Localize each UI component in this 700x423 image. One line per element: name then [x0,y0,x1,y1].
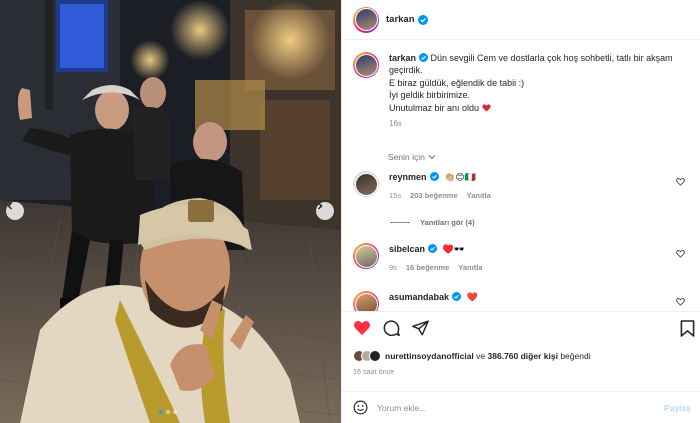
replies-divider [390,222,410,223]
post-header: tarkan [342,0,700,40]
reply-button[interactable]: Yanıtla [458,263,482,272]
comment-input[interactable] [377,402,637,413]
chevron-down-icon [428,155,436,160]
comment-item: asumandabak ❤️ [353,291,693,311]
comments-list[interactable]: tarkan Dün sevgili Cem ve dostlarla çok … [342,41,700,311]
like-comment-heart-icon[interactable] [676,298,685,306]
comment-time[interactable]: 15s [389,191,401,200]
liker-avatar [369,350,381,362]
chevron-left-icon [7,202,13,210]
verified-badge-icon [428,244,438,253]
likes-connector: ve [476,351,486,361]
save-bookmark-icon[interactable] [680,320,695,337]
comment-item: sibelcan ♥️🕶️ 9s 16 beğenme Yanıtla [353,243,693,272]
caption-username[interactable]: tarkan [389,53,416,63]
carousel-dots [159,410,177,414]
comment-likes[interactable]: 203 beğenme [410,191,458,200]
post-photo[interactable] [0,0,341,423]
caption-line: İyi geldik birbirimize. [389,90,471,101]
like-comment-heart-icon[interactable] [676,178,685,186]
carousel-dot [166,410,170,414]
caption-text: tarkan Dün sevgili Cem ve dostlarla çok … [389,52,689,130]
view-replies-button[interactable]: Yanıtları gör (4) [390,218,475,227]
verified-badge-icon [429,172,439,181]
photo-image [0,0,341,423]
view-replies-label: Yanıtları gör (4) [420,218,475,227]
verified-badge-icon [417,14,428,25]
comment-text: ❤️ [466,292,478,302]
caption-line: E biraz güldük, eğlendik de tabii :) [389,77,525,88]
carousel-dot [173,410,177,414]
likes-summary: nurettinsoydanofficial ve 386.760 diğer … [353,350,591,362]
commenter-username[interactable]: sibelcan [389,244,425,254]
author-username[interactable]: tarkan [386,14,415,25]
carousel-dot-active [159,410,163,414]
comment-item: reynmen 👏🏼😊🇮🇹 15s 203 beğenme Yanıtla [353,171,693,200]
caption-line: Dün sevgili Cem ve dostlarla çok hoş soh… [389,53,673,76]
comment-likes[interactable]: 16 beğenme [406,263,449,272]
comment-filter-dropdown[interactable]: Senin için [388,152,436,162]
commenter-avatar[interactable] [353,171,379,197]
reply-button[interactable]: Yanıtla [467,191,491,200]
carousel-prev-button[interactable] [6,202,24,220]
commenter-username[interactable]: reynmen [389,172,427,182]
like-comment-heart-icon[interactable] [676,250,685,258]
author-avatar[interactable] [353,6,379,33]
post-timestamp[interactable]: 16 saat önce [353,369,394,376]
red-heart-emoji-icon [481,104,491,112]
liker-avatars[interactable] [353,350,381,362]
comment-filter-label: Senin için [388,152,425,162]
caption-time[interactable]: 16s [389,118,689,130]
verified-badge-icon [419,53,429,62]
emoji-picker-icon[interactable] [353,400,368,415]
comment-icon[interactable] [383,320,400,337]
verified-badge-icon [452,292,462,301]
comment-text: ♥️🕶️ [442,244,465,254]
liker-username[interactable]: nurettinsoydanofficial [385,351,474,361]
post-details-panel: tarkan tarkan Dün sevgili Cem ve dostlar… [341,0,700,423]
caption-avatar[interactable] [353,52,379,78]
post-caption: tarkan Dün sevgili Cem ve dostlarla çok … [353,52,693,130]
likes-count-button[interactable]: 386.760 diğer kişi [488,351,558,361]
share-icon[interactable] [412,320,429,336]
chevron-right-icon [317,202,323,210]
post-actions: nurettinsoydanofficial ve 386.760 diğer … [342,311,700,391]
commenter-username[interactable]: asumandabak [389,292,449,302]
carousel-next-button[interactable] [316,202,334,220]
comment-text: 👏🏼😊🇮🇹 [444,172,476,182]
add-comment-bar: Paylaş [342,391,700,423]
commenter-avatar[interactable] [353,243,379,269]
likes-suffix: beğendi [560,351,591,361]
post-comment-button[interactable]: Paylaş [664,403,691,413]
like-heart-icon[interactable] [353,320,371,336]
commenter-avatar[interactable] [353,291,379,311]
caption-line: Unutulmaz bir anı oldu [389,102,480,113]
comment-time[interactable]: 9s [389,263,397,272]
